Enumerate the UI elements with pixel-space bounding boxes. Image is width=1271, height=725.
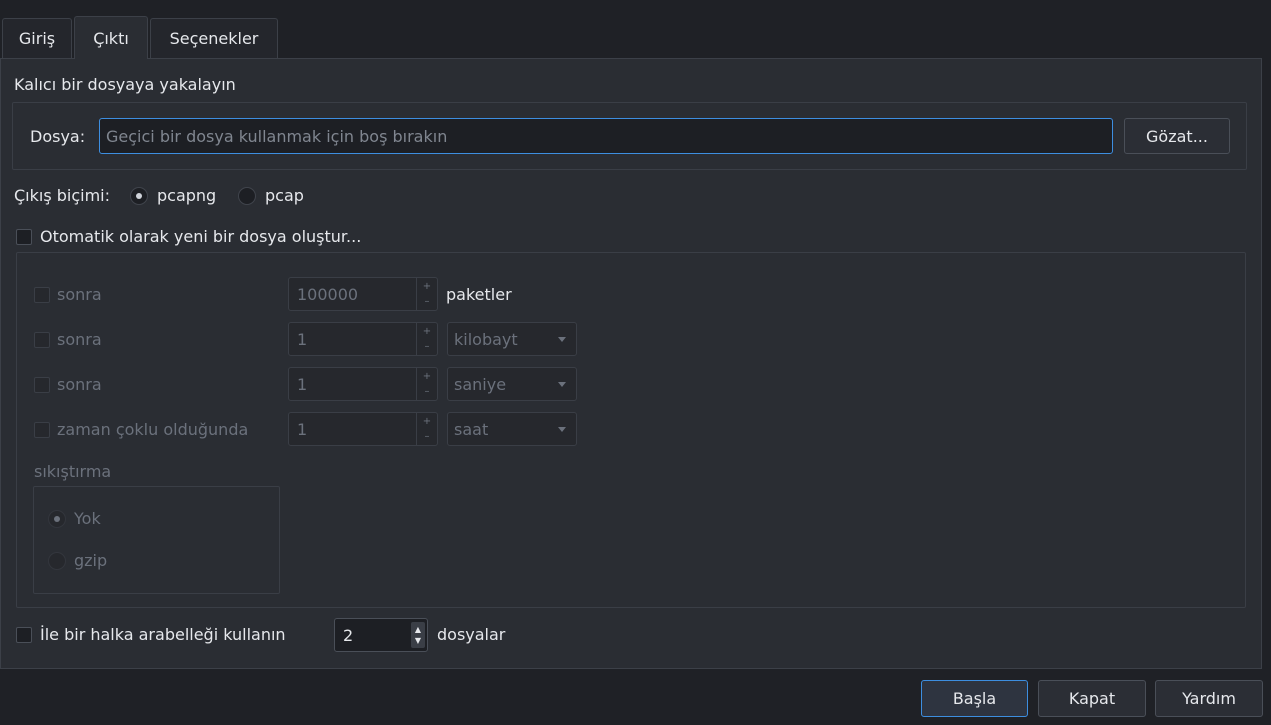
packets-value: 100000 xyxy=(297,284,359,304)
chevron-down-icon xyxy=(558,337,566,342)
output-format-label: Çıkış biçimi: xyxy=(14,186,111,205)
start-button[interactable]: Başla xyxy=(921,680,1028,717)
compression-gzip-label: gzip xyxy=(74,551,108,570)
ring-buffer-unit-label: dosyalar xyxy=(437,625,506,644)
chevron-down-icon xyxy=(558,382,566,387)
ring-buffer-checkbox[interactable] xyxy=(16,627,32,643)
tab-output-label: Çıktı xyxy=(93,28,129,48)
packets-after-label: sonra xyxy=(57,285,102,304)
chevron-down-icon xyxy=(558,427,566,432)
time-unit-value: saniye xyxy=(454,374,507,394)
auto-new-file-label: Otomatik olarak yeni bir dosya oluştur..… xyxy=(40,227,362,246)
packets-spinbox[interactable]: 100000 + – xyxy=(288,277,438,311)
file-path-input[interactable]: Geçici bir dosya kullanmak için boş bıra… xyxy=(99,118,1113,154)
pcapng-radio[interactable] xyxy=(130,187,148,205)
seconds-after-label: sonra xyxy=(57,375,102,394)
kilobytes-after-label: sonra xyxy=(57,330,102,349)
capture-file-heading: Kalıcı bir dosyaya yakalayın xyxy=(14,75,236,94)
kilobytes-checkbox[interactable] xyxy=(34,332,50,348)
size-unit-select[interactable]: kilobayt xyxy=(447,322,577,356)
pcap-radio[interactable] xyxy=(238,187,256,205)
tab-input-label: Giriş xyxy=(18,29,56,48)
compression-none-label: Yok xyxy=(74,509,101,528)
interval-label: zaman çoklu olduğunda xyxy=(57,420,249,439)
kilobytes-stepper[interactable]: + – xyxy=(416,323,437,355)
compression-gzip-radio[interactable] xyxy=(48,552,66,570)
seconds-spinbox[interactable]: 1 + – xyxy=(288,367,438,401)
tab-options[interactable]: Seçenekler xyxy=(150,18,278,58)
packets-stepper[interactable]: + – xyxy=(416,278,437,310)
compression-group xyxy=(33,486,280,594)
auto-new-file-checkbox[interactable] xyxy=(16,229,32,245)
ring-buffer-stepper[interactable]: ▲ ▼ xyxy=(411,622,425,648)
ring-buffer-value: 2 xyxy=(343,625,354,645)
seconds-stepper[interactable]: + – xyxy=(416,368,437,400)
compression-label: sıkıştırma xyxy=(34,462,112,481)
pcap-label: pcap xyxy=(265,186,304,205)
tab-options-label: Seçenekler xyxy=(169,29,259,48)
kilobytes-spinbox[interactable]: 1 + – xyxy=(288,322,438,356)
seconds-value: 1 xyxy=(297,374,308,394)
kilobytes-value: 1 xyxy=(297,329,308,349)
packets-unit-label: paketler xyxy=(446,285,512,304)
pcapng-label: pcapng xyxy=(157,186,217,205)
browse-button[interactable]: Gözat... xyxy=(1124,118,1230,154)
interval-spinbox[interactable]: 1 + – xyxy=(288,412,438,446)
tab-output[interactable]: Çıktı xyxy=(74,16,148,59)
start-button-label: Başla xyxy=(952,689,997,708)
ring-buffer-label: İle bir halka arabelleği kullanın xyxy=(40,625,286,644)
interval-unit-select[interactable]: saat xyxy=(447,412,577,446)
size-unit-value: kilobayt xyxy=(454,329,518,349)
file-label: Dosya: xyxy=(30,127,86,146)
packets-checkbox[interactable] xyxy=(34,287,50,303)
ring-buffer-spinbox[interactable]: 2 ▲ ▼ xyxy=(334,618,428,652)
seconds-checkbox[interactable] xyxy=(34,377,50,393)
close-button[interactable]: Kapat xyxy=(1038,680,1146,717)
interval-checkbox[interactable] xyxy=(34,422,50,438)
time-unit-select[interactable]: saniye xyxy=(447,367,577,401)
interval-unit-value: saat xyxy=(454,419,489,439)
browse-button-label: Gözat... xyxy=(1146,126,1208,146)
interval-stepper[interactable]: + – xyxy=(416,413,437,445)
compression-none-radio[interactable] xyxy=(48,510,66,528)
help-button[interactable]: Yardım xyxy=(1155,680,1263,717)
interval-value: 1 xyxy=(297,419,308,439)
help-button-label: Yardım xyxy=(1182,689,1236,708)
file-path-placeholder: Geçici bir dosya kullanmak için boş bıra… xyxy=(106,126,448,146)
tab-input[interactable]: Giriş xyxy=(2,18,72,58)
close-button-label: Kapat xyxy=(1068,689,1116,708)
